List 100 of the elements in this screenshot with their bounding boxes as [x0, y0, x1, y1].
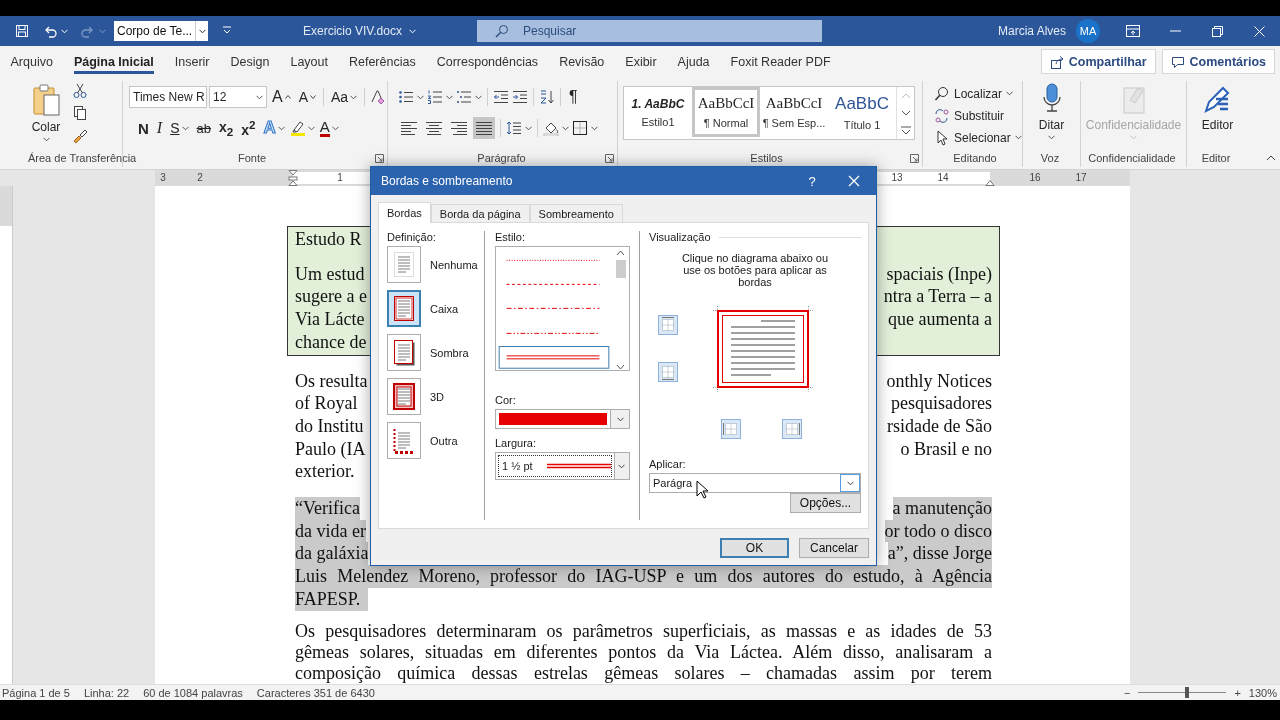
caret-icon[interactable]: [256, 94, 263, 100]
collapse-ribbon-icon[interactable]: [1266, 155, 1276, 161]
dialog-launcher-icon[interactable]: [910, 153, 919, 163]
caret-icon[interactable]: [846, 480, 854, 486]
paste-button[interactable]: Colar: [28, 81, 64, 144]
increase-indent-icon[interactable]: [512, 89, 528, 105]
ribbon-tab[interactable]: Correspondências: [426, 46, 549, 77]
caret-icon[interactable]: [307, 125, 315, 131]
style-option[interactable]: AaBbCcI ¶ Sem Esp...: [760, 87, 828, 137]
font-size-field[interactable]: 12: [209, 86, 267, 108]
grow-font-button[interactable]: A: [269, 86, 294, 108]
caret-icon[interactable]: [42, 137, 50, 142]
bullets-icon[interactable]: [398, 89, 414, 105]
border-button[interactable]: [658, 315, 678, 335]
scroll-down-icon[interactable]: [616, 364, 625, 370]
color-dropdown[interactable]: [495, 409, 630, 429]
ok-button[interactable]: OK: [720, 538, 789, 558]
setting-option[interactable]: 3D: [387, 378, 484, 415]
caret-icon[interactable]: [417, 94, 424, 100]
border-button[interactable]: [782, 419, 802, 439]
editor-button[interactable]: Editor: [1198, 81, 1237, 134]
ribbon-tab[interactable]: Ajuda: [667, 46, 721, 77]
dialog-launcher-icon[interactable]: [375, 153, 384, 163]
more-icon[interactable]: [899, 125, 912, 135]
restore-icon[interactable]: [1211, 25, 1223, 37]
search-field[interactable]: Pesquisar: [477, 20, 822, 42]
caret-icon[interactable]: [1048, 135, 1055, 140]
avatar[interactable]: MA: [1076, 19, 1100, 43]
setting-option[interactable]: Sombra: [387, 334, 484, 371]
ribbon-tab[interactable]: Revisão: [548, 46, 615, 77]
copy-icon[interactable]: [72, 105, 88, 121]
close-icon[interactable]: [848, 175, 860, 187]
dialog-tab[interactable]: Sombreamento: [529, 204, 623, 222]
caret-icon[interactable]: [616, 416, 624, 422]
apply-dropdown[interactable]: Parágra: [649, 473, 861, 493]
close-icon[interactable]: [1253, 25, 1265, 37]
bold-button[interactable]: N: [135, 117, 152, 139]
format-painter-icon[interactable]: [72, 127, 88, 143]
sort-icon[interactable]: [539, 89, 555, 105]
scroll-down-icon[interactable]: [899, 108, 912, 117]
ribbon-tab[interactable]: Referências: [338, 46, 427, 77]
line-spacing-icon[interactable]: [506, 120, 522, 136]
caret-icon[interactable]: [198, 28, 206, 34]
change-case-button[interactable]: Aa: [328, 86, 361, 108]
superscript-button[interactable]: x$^{2}$: [238, 117, 259, 139]
caret-icon[interactable]: [331, 125, 339, 131]
style-option[interactable]: AaBbCcI ¶ Normal: [692, 87, 760, 137]
save-icon[interactable]: [14, 23, 30, 39]
borders-icon[interactable]: [572, 120, 588, 136]
scissors-icon[interactable]: [72, 83, 88, 99]
options-button[interactable]: Opções...: [790, 493, 861, 513]
ribbon-display-icon[interactable]: [1126, 25, 1140, 37]
multilevel-list-icon[interactable]: [456, 89, 472, 105]
find-button[interactable]: Localizar: [931, 83, 1025, 104]
caret-icon[interactable]: [181, 125, 189, 131]
replace-button[interactable]: Substituir: [931, 105, 1025, 126]
highlighter-icon[interactable]: [289, 120, 306, 136]
ribbon-tab[interactable]: Layout: [279, 46, 339, 77]
slider-thumb[interactable]: [1184, 687, 1189, 698]
line-style-option[interactable]: [498, 345, 610, 370]
dialog-tab[interactable]: Bordas: [378, 202, 431, 223]
width-dropdown[interactable]: 1 ½ pt: [495, 452, 630, 480]
zoom-out-button[interactable]: −: [1124, 686, 1131, 699]
underline-button[interactable]: S: [167, 117, 192, 139]
style-option[interactable]: AaBbC Título 1: [828, 87, 896, 137]
minimize-icon[interactable]: [1169, 30, 1181, 32]
dictate-button[interactable]: Ditar: [1035, 81, 1068, 142]
border-button[interactable]: [658, 362, 678, 382]
ribbon-tab[interactable]: Inserir: [164, 46, 220, 77]
scroll-thumb[interactable]: [615, 260, 626, 278]
caret-icon[interactable]: [1014, 135, 1022, 140]
dialog-launcher-icon[interactable]: [605, 153, 614, 163]
zoom-level[interactable]: 130%: [1248, 686, 1277, 699]
caret-icon[interactable]: [350, 94, 358, 100]
cancel-button[interactable]: Cancelar: [799, 538, 869, 558]
caret-icon[interactable]: [591, 125, 598, 131]
ribbon-tab[interactable]: Foxit Reader PDF: [720, 46, 842, 77]
ribbon-tab[interactable]: Exibir: [614, 46, 668, 77]
setting-option[interactable]: Caixa: [387, 290, 484, 327]
caret-icon[interactable]: [277, 125, 285, 131]
caret-icon[interactable]: [475, 94, 482, 100]
subscript-button[interactable]: x$_{2}$: [216, 117, 237, 139]
strikethrough-button[interactable]: ab: [193, 117, 214, 139]
caret-icon[interactable]: [525, 125, 532, 131]
zoom-in-button[interactable]: +: [1234, 686, 1241, 699]
numbering-icon[interactable]: [427, 89, 443, 105]
caret-icon[interactable]: [446, 94, 453, 100]
scroll-up-icon[interactable]: [616, 250, 625, 256]
setting-option[interactable]: Nenhuma: [387, 246, 484, 283]
clear-formatting-icon[interactable]: [369, 89, 386, 105]
shading-icon[interactable]: [543, 120, 559, 136]
font-name-field[interactable]: Times New R: [129, 86, 207, 108]
caret-icon[interactable]: [618, 463, 626, 469]
ribbon-tab[interactable]: Arquivo: [0, 46, 64, 77]
italic-button[interactable]: I: [153, 117, 166, 139]
ribbon-tab[interactable]: Design: [220, 46, 280, 77]
style-field[interactable]: Corpo de Te...: [114, 21, 208, 41]
decrease-indent-icon[interactable]: [493, 89, 509, 105]
style-option[interactable]: 1. AaBbC Estilo1: [624, 87, 692, 137]
font-color-button[interactable]: A: [316, 117, 342, 139]
